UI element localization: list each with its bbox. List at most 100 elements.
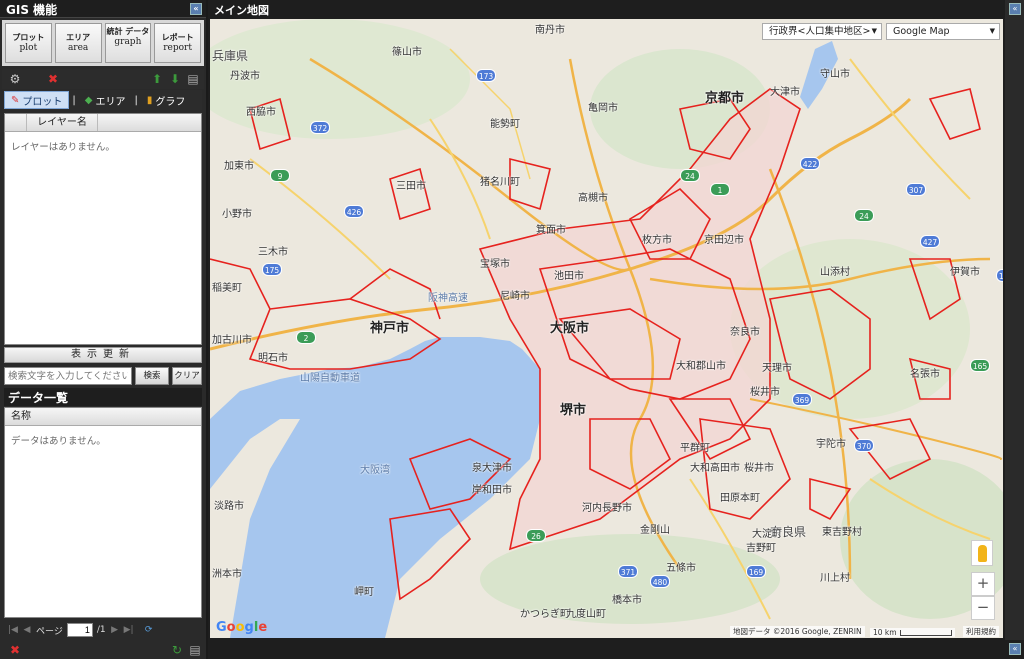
last-page-icon[interactable]: ▶| <box>124 625 134 635</box>
data-list-title: データ一覧 <box>4 388 202 406</box>
prev-page-icon[interactable]: ◀ <box>22 625 32 635</box>
map-label: 五條市 <box>666 563 696 574</box>
collapse-left-button[interactable]: « <box>190 3 202 15</box>
layer-empty-message: レイヤーはありません。 <box>11 142 115 153</box>
main-map[interactable]: 兵庫県 丹波市 篠山市 南丹市 京都市 大津市 守山市 西脇市 加東市 三田市 … <box>210 19 1003 638</box>
map-label: 堺市 <box>560 403 587 418</box>
map-panel: メイン地図 兵庫県 丹波市 篠山市 南丹市 京都市 大津市 守山市 西脇市 加東… <box>208 0 1005 640</box>
report-function-button[interactable]: レポート report <box>154 23 201 63</box>
page-input[interactable] <box>66 623 93 637</box>
route-shield: 2 <box>296 331 316 344</box>
route-shield: 370 <box>854 439 874 452</box>
delete-icon[interactable]: ✖ <box>46 72 60 86</box>
upload-icon[interactable]: ⬆ <box>150 72 164 86</box>
document-icon[interactable]: ▤ <box>186 72 200 86</box>
expand-bottom-button[interactable]: « <box>1009 643 1021 655</box>
area-en-label: area <box>67 43 89 53</box>
map-attribution: 地図データ ©2016 Google, ZENRIN <box>730 626 865 637</box>
terms-link[interactable]: 利用規約 <box>963 626 999 637</box>
zoom-out-button[interactable]: − <box>971 596 995 620</box>
graph-function-button[interactable]: 統計 データ graph <box>104 23 152 63</box>
map-label: 能勢町 <box>490 119 520 130</box>
refresh-button[interactable]: 表示更新 <box>4 347 202 363</box>
pegman-figure <box>978 545 987 562</box>
reload-icon[interactable]: ⟳ <box>144 625 154 635</box>
download-icon[interactable]: ⬇ <box>168 72 182 86</box>
map-label: 大阪湾 <box>360 465 390 476</box>
map-label: 大阪市 <box>550 321 590 336</box>
map-label: 高槻市 <box>578 193 608 204</box>
refresh-icon[interactable]: ↻ <box>170 643 184 657</box>
right-sidebar: « <box>1005 0 1024 659</box>
bar-chart-icon: ▮ <box>146 94 153 106</box>
graph-en-label: graph <box>114 37 142 47</box>
first-page-icon[interactable]: |◀ <box>8 625 18 635</box>
tab-graph[interactable]: ▮ グラフ <box>141 91 192 109</box>
route-shield: 9 <box>270 169 290 182</box>
gear-icon[interactable]: ⚙ <box>8 72 22 86</box>
panel-title: GIS 機能 « <box>0 0 206 18</box>
basemap-select[interactable]: Google Map ▼ <box>886 23 1000 40</box>
plot-jp-label: プロット <box>12 33 45 42</box>
boundary-select[interactable]: 行政界<人口集中地区> ▼ <box>762 23 882 40</box>
map-label: 橋本市 <box>612 595 642 606</box>
search-button[interactable]: 検索 <box>135 367 169 385</box>
tab-area[interactable]: ◆ エリア <box>79 91 132 109</box>
document-icon[interactable]: ▤ <box>188 643 202 657</box>
clear-button[interactable]: クリア <box>172 367 202 385</box>
route-shield: 369 <box>792 393 812 406</box>
street-view-pegman-icon[interactable] <box>971 540 993 566</box>
map-label: 大淀町 <box>752 529 782 540</box>
layer-list: レイヤー名 レイヤーはありません。 <box>4 113 202 345</box>
next-page-icon[interactable]: ▶ <box>110 625 120 635</box>
map-label: 西脇市 <box>246 107 276 118</box>
area-jp-label: エリア <box>66 33 91 42</box>
report-en-label: report <box>163 43 192 53</box>
map-label: 東吉野村 <box>822 527 862 538</box>
google-logo-letter: G <box>216 620 227 635</box>
gis-title: GIS 機能 <box>6 3 58 17</box>
tab-graph-label: グラフ <box>155 96 186 108</box>
plot-en-label: plot <box>19 43 38 53</box>
data-list: 名称 データはありません。 <box>4 407 202 618</box>
route-shield: 372 <box>310 121 330 134</box>
page-total: /1 <box>96 625 106 635</box>
left-panel: GIS 機能 « プロット plot エリア area 統計 データ graph レポ… <box>0 0 206 659</box>
route-shield: 371 <box>618 565 638 578</box>
layer-column-header: レイヤー名 <box>5 114 201 132</box>
map-label: 三木市 <box>258 247 288 258</box>
route-shield: 24 <box>854 209 874 222</box>
plot-function-button[interactable]: プロット plot <box>5 23 52 63</box>
map-label: 名張市 <box>910 369 940 380</box>
search-input[interactable] <box>4 367 132 385</box>
map-label: 淡路市 <box>214 501 244 512</box>
map-label: 川上村 <box>820 573 850 584</box>
map-label: 小野市 <box>222 209 252 220</box>
boundary-select-value: 行政界<人口集中地区> <box>769 26 871 37</box>
scale-label: 10 km <box>873 628 897 637</box>
google-logo-letter: e <box>258 620 268 635</box>
data-empty-message: データはありません。 <box>11 436 106 447</box>
map-label: 山陽自動車道 <box>300 373 360 384</box>
route-shield: 422 <box>800 157 820 170</box>
map-label: 京都市 <box>705 91 745 106</box>
map-label: 平群町 <box>680 443 710 454</box>
zoom-in-button[interactable]: + <box>971 572 995 596</box>
map-label: 岸和田市 <box>472 485 512 496</box>
route-shield: 307 <box>906 183 926 196</box>
search-row: 検索 クリア <box>4 367 202 385</box>
route-shield: 163 <box>996 269 1003 282</box>
graph-jp-label: 統計 データ <box>106 27 150 36</box>
area-function-button[interactable]: エリア area <box>54 23 102 63</box>
checkbox-column <box>5 114 27 131</box>
map-label: 奈良市 <box>730 327 760 338</box>
map-label: 明石市 <box>258 353 288 364</box>
map-label: 宝塚市 <box>480 259 510 270</box>
collapse-right-button[interactable]: « <box>1009 3 1021 15</box>
chevron-down-icon: ▼ <box>871 27 877 35</box>
delete-icon[interactable]: ✖ <box>8 643 22 657</box>
tab-plot[interactable]: ✎ プロット <box>4 91 70 109</box>
map-label: 洲本市 <box>212 569 242 580</box>
data-column-header: 名称 <box>5 408 201 426</box>
function-buttons: プロット plot エリア area 統計 データ graph レポート report <box>2 20 204 66</box>
